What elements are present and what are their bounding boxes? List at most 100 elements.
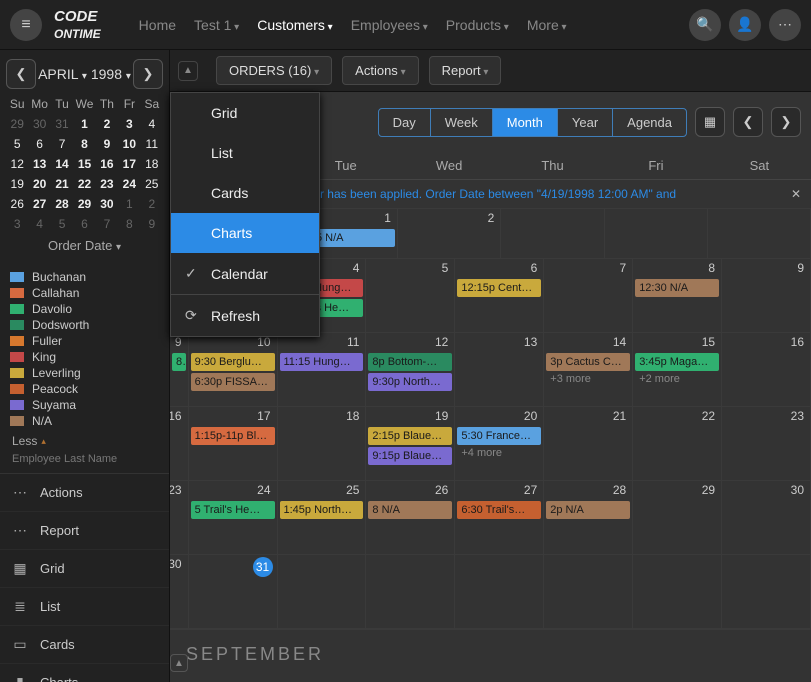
day-cell[interactable] <box>722 555 811 628</box>
day-cell[interactable] <box>278 555 367 628</box>
mini-cal-day[interactable]: 24 <box>118 174 140 194</box>
calendar-prev-button[interactable]: ❮ <box>6 59 36 89</box>
day-cell[interactable]: 612:15p Cent… <box>455 259 544 332</box>
mini-cal-day[interactable]: 5 <box>51 214 73 234</box>
day-cell[interactable]: 5 <box>366 259 455 332</box>
mini-cal-day[interactable]: 27 <box>28 194 50 214</box>
day-cell[interactable]: 171:15p-11p Bl… <box>189 407 278 480</box>
day-cell[interactable]: 192:15p Blaue…9:15p Blaue… <box>366 407 455 480</box>
day-cell[interactable] <box>544 555 633 628</box>
day-cell[interactable]: 23 <box>722 407 811 480</box>
day-cell[interactable]: 31 <box>189 555 278 628</box>
close-info-icon[interactable]: ✕ <box>791 186 801 202</box>
nav-item-more[interactable]: More <box>527 17 567 33</box>
menu-button[interactable]: ≡ <box>10 9 42 41</box>
viewmenu-charts[interactable]: Charts <box>171 213 319 253</box>
calendar-event[interactable]: 9:30p North… <box>368 373 452 391</box>
day-cell[interactable]: 18 <box>278 407 367 480</box>
mini-cal-day[interactable]: 20 <box>28 174 50 194</box>
mini-cal-day[interactable]: 5 <box>6 134 28 154</box>
collapse-sidebar-button[interactable]: ▲ <box>178 61 198 81</box>
mini-cal-day[interactable]: 4 <box>141 114 163 134</box>
calendar-event[interactable]: 5 Trail's He… <box>191 501 275 519</box>
mini-cal-day[interactable]: 17 <box>118 154 140 174</box>
actions-dropdown-button[interactable]: Actions <box>342 56 418 85</box>
mini-cal-day[interactable]: 7 <box>96 214 118 234</box>
more-link[interactable]: +3 more <box>546 373 630 385</box>
mini-cal-day[interactable]: 22 <box>73 174 95 194</box>
calendar-event[interactable]: 12:30 N/A <box>635 279 719 297</box>
mini-cal-day[interactable]: 8 <box>73 134 95 154</box>
day-cell[interactable] <box>366 555 455 628</box>
mini-cal-day[interactable]: 9 <box>141 214 163 234</box>
legend-less-link[interactable]: Less <box>0 431 169 451</box>
report-dropdown-button[interactable]: Report <box>429 56 502 85</box>
legend-item[interactable]: Peacock <box>10 381 159 397</box>
view-week[interactable]: Week <box>431 109 493 136</box>
legend-item[interactable]: Leverling <box>10 365 159 381</box>
calendar-event[interactable]: 6:30p FISSA… <box>191 373 275 391</box>
mini-cal-day[interactable]: 3 <box>118 114 140 134</box>
viewmenu-list[interactable]: List <box>171 133 319 173</box>
mini-cal-day[interactable]: 25 <box>141 174 163 194</box>
day-cell[interactable]: 30 <box>722 481 811 554</box>
calendar-event[interactable]: 8 N/A <box>368 501 452 519</box>
nav-item-customers[interactable]: Customers <box>257 17 333 33</box>
viewmenu-calendar[interactable]: ✓Calendar <box>171 253 319 294</box>
mini-cal-day[interactable]: 23 <box>96 174 118 194</box>
legend-item[interactable]: Callahan <box>10 285 159 301</box>
mini-cal-day[interactable]: 28 <box>51 194 73 214</box>
more-link[interactable]: +2 more <box>635 373 719 385</box>
day-cell[interactable]: 2 <box>398 209 501 258</box>
today-button[interactable]: ▦ <box>695 107 725 137</box>
calendar-event[interactable]: 5:30 France… <box>457 427 541 445</box>
search-button[interactable]: 🔍 <box>689 9 721 41</box>
field-selector[interactable]: Order Date ▾ <box>6 234 163 261</box>
mini-cal-day[interactable]: 9 <box>96 134 118 154</box>
legend-item[interactable]: N/A <box>10 413 159 429</box>
mini-cal-day[interactable]: 3 <box>6 214 28 234</box>
day-cell[interactable]: 205:30 France…+4 more <box>455 407 544 480</box>
mini-cal-day[interactable]: 8 <box>118 214 140 234</box>
mini-cal-day[interactable]: 1 <box>118 194 140 214</box>
mini-cal-day[interactable]: 7 <box>51 134 73 154</box>
calendar-event[interactable]: 2:15p Blaue… <box>368 427 452 445</box>
calendar-event[interactable]: 1:15p-11p Bl… <box>191 427 275 445</box>
user-button[interactable]: 👤 <box>729 9 761 41</box>
calendar-event[interactable]: 9:15p Blaue… <box>368 447 452 465</box>
day-cell[interactable]: 143p Cactus C…+3 more <box>544 333 633 406</box>
view-agenda[interactable]: Agenda <box>613 109 686 136</box>
calendar-event[interactable]: 3p Cactus C… <box>546 353 630 371</box>
mini-cal-day[interactable]: 2 <box>141 194 163 214</box>
day-cell[interactable] <box>633 555 722 628</box>
legend-item[interactable]: Fuller <box>10 333 159 349</box>
mini-cal-day[interactable]: 13 <box>28 154 50 174</box>
day-cell[interactable]: 251:45p North… <box>278 481 367 554</box>
mini-cal-day[interactable]: 30 <box>28 114 50 134</box>
nav-item-test-1[interactable]: Test 1 <box>194 17 239 33</box>
calendar-event[interactable]: 3:45p Maga… <box>635 353 719 371</box>
mini-cal-day[interactable]: 19 <box>6 174 28 194</box>
mini-cal-day[interactable]: 30 <box>96 194 118 214</box>
mini-cal-day[interactable]: 29 <box>73 194 95 214</box>
day-cell[interactable]: 812:30 N/A <box>633 259 722 332</box>
nav-item-products[interactable]: Products <box>446 17 509 33</box>
mini-cal-day[interactable]: 15 <box>73 154 95 174</box>
day-cell[interactable]: 282p N/A <box>544 481 633 554</box>
nav-item-employees[interactable]: Employees <box>351 17 428 33</box>
sidenav-list[interactable]: ≣List <box>0 588 169 626</box>
calendar-next-button[interactable]: ❯ <box>133 59 163 89</box>
next-period-button[interactable]: ❯ <box>771 107 801 137</box>
day-cell[interactable]: 29 <box>633 481 722 554</box>
calendar-event[interactable]: 8p Bottom-… <box>368 353 452 371</box>
mini-cal-day[interactable]: 18 <box>141 154 163 174</box>
sidenav-grid[interactable]: ▦Grid <box>0 550 169 588</box>
mini-cal-day[interactable]: 26 <box>6 194 28 214</box>
viewmenu-refresh[interactable]: ⟳Refresh <box>171 295 319 336</box>
mini-cal-day[interactable]: 12 <box>6 154 28 174</box>
mini-cal-day[interactable]: 31 <box>51 114 73 134</box>
legend-item[interactable]: Suyama <box>10 397 159 413</box>
sidenav-actions[interactable]: ⋯Actions <box>0 474 169 512</box>
day-cell[interactable]: 9 <box>722 259 811 332</box>
day-cell[interactable]: 276:30 Trail's… <box>455 481 544 554</box>
